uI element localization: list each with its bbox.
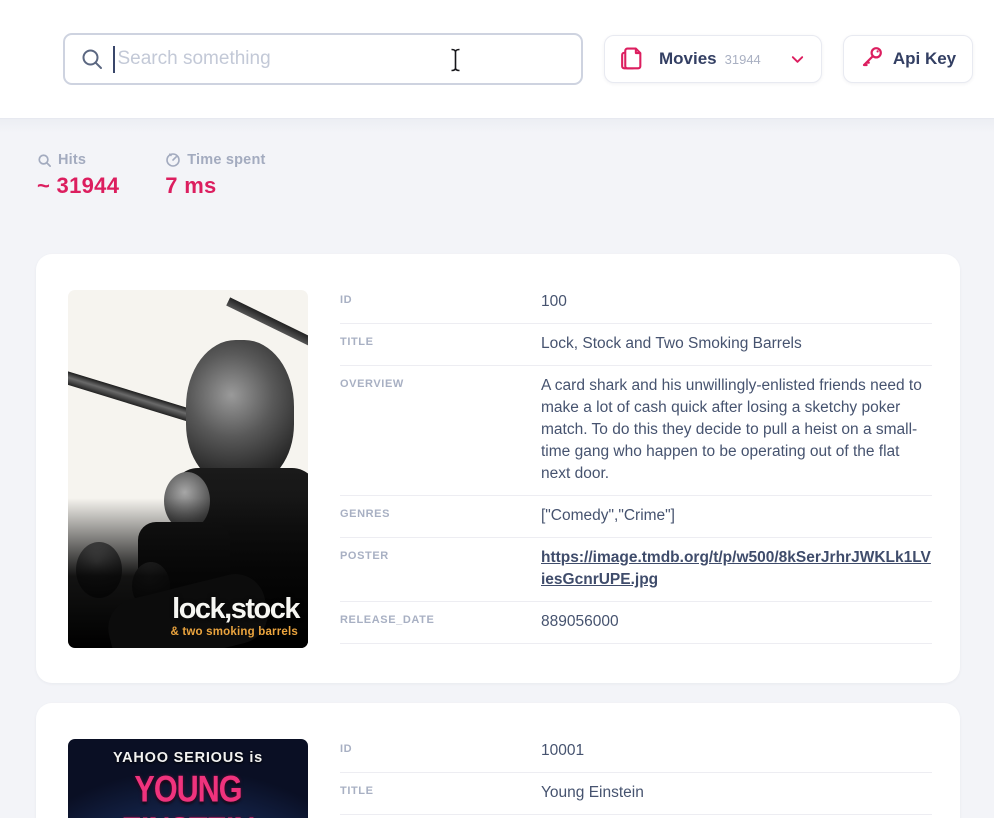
poster-topline-text: YAHOO SERIOUS is	[68, 750, 308, 766]
timer-icon	[165, 152, 181, 168]
field-value: 100	[541, 291, 932, 313]
hits-search-icon	[37, 153, 52, 168]
field-row-title: TITLE Young Einstein	[340, 773, 932, 815]
field-label: RELEASE_DATE	[340, 611, 541, 633]
field-label: TITLE	[340, 333, 541, 355]
search-input[interactable]	[118, 48, 568, 70]
time-spent-stat: Time spent 7 ms	[165, 152, 265, 199]
hits-label: Hits	[58, 152, 86, 168]
time-spent-value: 7 ms	[165, 173, 265, 199]
field-row-poster: POSTER https://image.tmdb.org/t/p/w500/8…	[340, 538, 932, 602]
time-spent-label: Time spent	[187, 152, 265, 168]
field-label: TITLE	[340, 782, 541, 804]
movie-poster-image: YAHOO SERIOUS is YOUNG EINSTEIN	[68, 739, 308, 818]
field-value: A card shark and his unwillingly-enliste…	[541, 375, 932, 485]
field-value: Young Einstein	[541, 782, 932, 804]
result-card: YAHOO SERIOUS is YOUNG EINSTEIN ID 10001…	[36, 703, 960, 818]
search-box[interactable]	[63, 33, 583, 85]
field-row-id: ID 10001	[340, 731, 932, 773]
results-area: Hits ~ 31944 Time spent 7 ms	[0, 118, 994, 818]
chevron-down-icon	[790, 52, 805, 67]
stats-bar: Hits ~ 31944 Time spent 7 ms	[0, 119, 994, 199]
field-value: Lock, Stock and Two Smoking Barrels	[541, 333, 932, 355]
field-row-overview: OVERVIEW A card shark and his unwillingl…	[340, 366, 932, 496]
field-label: ID	[340, 740, 541, 762]
field-value: 889056000	[541, 611, 932, 633]
field-label: POSTER	[340, 547, 541, 591]
field-label: ID	[340, 291, 541, 313]
field-label: OVERVIEW	[340, 375, 541, 485]
field-row-title: TITLE Lock, Stock and Two Smoking Barrel…	[340, 324, 932, 366]
movie-poster-image: lock,stock & two smoking barrels	[68, 290, 308, 648]
poster-url-link[interactable]: https://image.tmdb.org/t/p/w500/8kSerJrh…	[541, 547, 932, 591]
api-key-button[interactable]: Api Key	[843, 35, 973, 83]
index-name: Movies	[659, 49, 717, 69]
poster-title-text: lock,stock	[172, 595, 299, 624]
hits-value: ~ 31944	[37, 173, 119, 199]
field-row-genres: GENRES ["Comedy","Crime"]	[340, 496, 932, 538]
field-row-release-date: RELEASE_DATE 889056000	[340, 602, 932, 644]
result-card: lock,stock & two smoking barrels ID 100 …	[36, 254, 960, 683]
api-key-label: Api Key	[893, 49, 956, 69]
index-selector-button[interactable]: Movies 31944	[604, 35, 822, 83]
poster-title-text: YOUNG EINSTEIN	[68, 770, 308, 818]
hits-stat: Hits ~ 31944	[37, 152, 119, 199]
text-caret	[113, 46, 115, 73]
fields-table: ID 100 TITLE Lock, Stock and Two Smoking…	[340, 282, 932, 648]
field-value: 10001	[541, 740, 932, 762]
key-icon	[860, 45, 884, 74]
index-doc-count: 31944	[725, 52, 761, 67]
top-bar: Movies 31944 Api Key	[0, 0, 994, 118]
search-icon	[80, 47, 104, 71]
fields-table: ID 10001 TITLE Young Einstein OVERVIEW A…	[340, 731, 932, 818]
field-value: ["Comedy","Crime"]	[541, 505, 932, 527]
poster-subtitle-text: & two smoking barrels	[170, 626, 298, 638]
documents-icon	[618, 46, 645, 73]
field-row-id: ID 100	[340, 282, 932, 324]
field-label: GENRES	[340, 505, 541, 527]
